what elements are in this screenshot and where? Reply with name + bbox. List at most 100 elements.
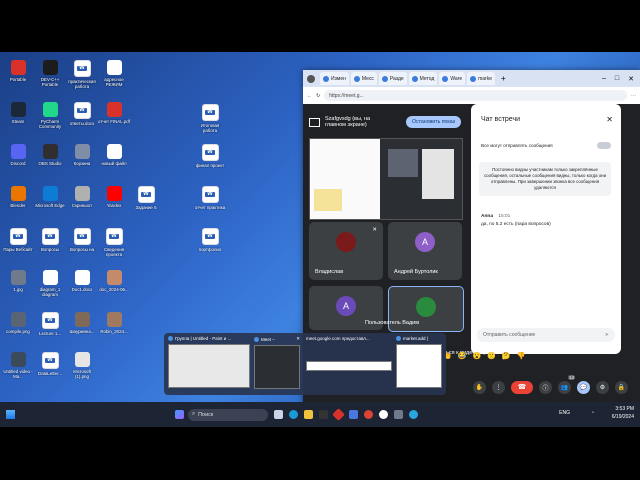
- desktop-icon[interactable]: Задание 5: [130, 186, 162, 210]
- desktop-icon[interactable]: PyCharm Community: [34, 102, 66, 129]
- reaction-button[interactable]: 😮: [472, 352, 481, 360]
- store-icon[interactable]: [349, 410, 358, 419]
- desktop-icon[interactable]: diagram_1 diagram: [34, 270, 66, 297]
- desktop-icon[interactable]: Пары Вебсайт: [2, 228, 34, 252]
- stop-presenting-button[interactable]: Остановить показ: [405, 116, 461, 128]
- desktop-icon[interactable]: Сведения проекта: [98, 228, 130, 257]
- desktop-icon[interactable]: DataLetter...: [34, 352, 66, 376]
- url-field[interactable]: https://meet.g...: [324, 90, 627, 101]
- desktop-icon[interactable]: финал проект: [194, 144, 226, 168]
- desktop-icon[interactable]: 1.jpg: [2, 270, 34, 292]
- participant-tile[interactable]: Владислав ✕: [309, 222, 383, 280]
- browser-tab[interactable]: Месс: [350, 72, 377, 85]
- send-icon[interactable]: ➤: [605, 332, 609, 338]
- desktop-icon[interactable]: DEV-C++ Portable: [34, 60, 66, 87]
- reaction-button[interactable]: 🤔: [502, 352, 511, 360]
- desktop-icon[interactable]: OBS Studio: [34, 144, 66, 166]
- telegram-icon[interactable]: [409, 410, 418, 419]
- camera-icon[interactable]: [394, 410, 403, 419]
- participant-tile[interactable]: A Андрей Буртолик: [388, 222, 462, 280]
- task-view-icon[interactable]: [274, 410, 283, 419]
- desktop-icon[interactable]: Вопросы: [34, 228, 66, 252]
- desktop: Portable DEV-C++ Portable практическая раб…: [0, 52, 640, 427]
- close-chat-icon[interactable]: ✕: [606, 115, 613, 124]
- chat-button[interactable]: 💬: [577, 380, 590, 394]
- reload-icon[interactable]: ↻: [316, 93, 320, 99]
- minimize-icon[interactable]: –: [602, 75, 606, 83]
- permission-toggle[interactable]: [597, 142, 611, 149]
- desktop-icon[interactable]: практическая работа: [66, 60, 98, 89]
- taskbar-search[interactable]: ⌕ Поиск: [188, 408, 268, 421]
- desktop-icon[interactable]: doc_2024-06...: [98, 270, 130, 292]
- desktop-icon[interactable]: Blender: [2, 186, 34, 208]
- raise-hand-button[interactable]: ✋: [473, 380, 486, 394]
- chrome-icon[interactable]: [364, 410, 373, 419]
- preview-window[interactable]: Meet – ✕: [254, 336, 300, 392]
- desktop-icon-label: Yandex: [106, 203, 122, 208]
- desktop-icon[interactable]: Steam: [2, 102, 34, 124]
- browser-tab[interactable]: Разде: [378, 72, 407, 85]
- browser-tab[interactable]: Метод: [408, 72, 438, 85]
- reaction-button[interactable]: 🙁: [487, 352, 496, 360]
- explorer-icon[interactable]: [304, 410, 313, 419]
- reaction-button[interactable]: 👎: [517, 352, 526, 360]
- desktop-icon[interactable]: Microsoft Edge: [34, 186, 66, 208]
- chat-input[interactable]: Отправить сообщение ➤: [477, 328, 615, 342]
- profile-icon[interactable]: [307, 74, 315, 83]
- desktop-icon[interactable]: Скриншот: [66, 186, 98, 208]
- desktop-icon[interactable]: отчет практика: [194, 186, 226, 210]
- browser-tab[interactable]: Измен: [320, 72, 349, 85]
- browser-tab[interactable]: marke: [467, 72, 496, 85]
- language-indicator[interactable]: ENG: [559, 409, 570, 417]
- maximize-icon[interactable]: □: [615, 75, 619, 83]
- desktop-icon[interactable]: Microsoft (1).png: [66, 352, 98, 379]
- desktop-icon[interactable]: Вопросы на: [66, 228, 98, 252]
- back-icon[interactable]: ←: [307, 93, 312, 99]
- more-options-button[interactable]: ⋮: [492, 380, 505, 394]
- red-app-icon[interactable]: [332, 408, 345, 421]
- desktop-icon[interactable]: отчет FINAL.pdf: [98, 102, 130, 124]
- yandex-icon[interactable]: [379, 410, 388, 419]
- desktop-icon[interactable]: Robin_2024...: [98, 312, 130, 334]
- desktop-icon[interactable]: Portable: [2, 60, 34, 82]
- widgets-icon[interactable]: [175, 410, 184, 419]
- desktop-icon[interactable]: Yandex: [98, 186, 130, 208]
- activities-button[interactable]: ⚙: [596, 380, 609, 394]
- extensions-icon[interactable]: ⋯: [631, 93, 636, 99]
- desktop-icon[interactable]: Doc1.docx: [66, 270, 98, 292]
- desktop-icon[interactable]: Шаурмяна...: [66, 312, 98, 334]
- chat-title: Чат встречи: [481, 116, 521, 123]
- desktop-icon[interactable]: Итоговая работа: [194, 104, 226, 133]
- desktop-icon-label: Lecture 1...: [39, 331, 61, 336]
- preview-window[interactable]: market.add |: [396, 336, 442, 392]
- desktop-icon[interactable]: Lecture 1...: [34, 312, 66, 336]
- edge-icon[interactable]: [289, 410, 298, 419]
- shared-tile: [388, 149, 418, 177]
- system-tray[interactable]: ENG ◔ 3:53 PM 6/19/2024: [559, 405, 634, 421]
- start-icon[interactable]: [6, 410, 15, 419]
- desktop-icon-image: [201, 186, 219, 203]
- desktop-icon[interactable]: портфолио: [194, 228, 226, 252]
- browser-tab[interactable]: Ware: [439, 72, 466, 85]
- info-button[interactable]: ⓘ: [539, 380, 552, 394]
- desktop-icon[interactable]: compile.png: [2, 312, 34, 334]
- terminal-icon[interactable]: [319, 410, 328, 419]
- message-text: да, по 5.2 есть (пара вопросов): [481, 222, 551, 227]
- desktop-icon[interactable]: новый файл: [98, 144, 130, 166]
- close-preview-icon[interactable]: ✕: [296, 336, 300, 342]
- presenter-name: Szafgvsdg (вы, на главном экране): [325, 116, 371, 128]
- preview-window[interactable]: Группа | Untitled - Paint и ...: [168, 336, 250, 392]
- people-button[interactable]: 👥 14: [558, 374, 575, 394]
- desktop-icon[interactable]: Untitled video - Ma...: [2, 352, 34, 379]
- desktop-icon[interactable]: ответы.docx: [66, 102, 98, 126]
- reaction-button[interactable]: 😂: [458, 352, 467, 360]
- desktop-icon[interactable]: Корзина: [66, 144, 98, 166]
- desktop-icon[interactable]: адресное РЕЖИМ: [98, 60, 130, 87]
- end-call-button[interactable]: ☎: [511, 380, 533, 394]
- url-text: https://meet.g...: [329, 92, 364, 99]
- preview-window[interactable]: meet.google.com предоставл...: [306, 336, 392, 392]
- close-icon[interactable]: ✕: [628, 75, 634, 83]
- desktop-icon[interactable]: Discord: [2, 144, 34, 166]
- new-tab-button[interactable]: +: [501, 74, 506, 83]
- lock-button[interactable]: 🔒: [615, 380, 628, 394]
